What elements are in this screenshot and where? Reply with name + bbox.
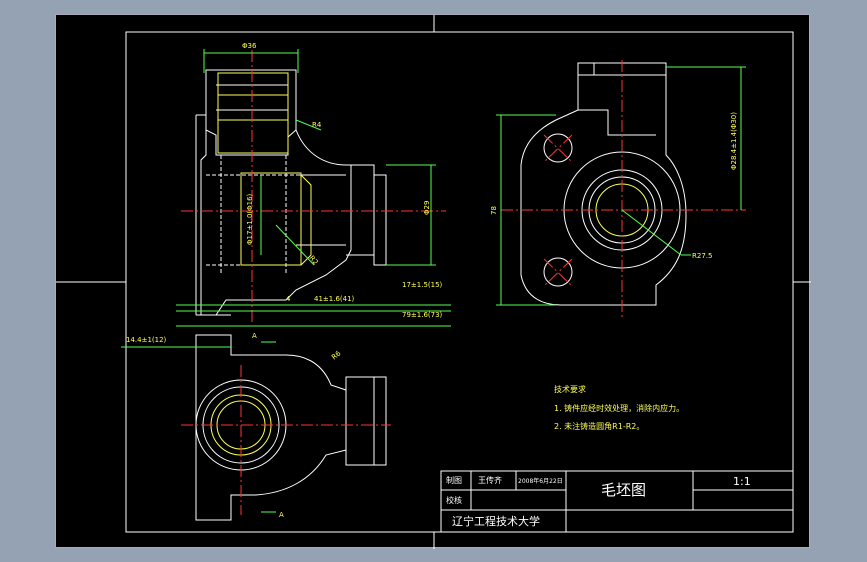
title-school: 辽宁工程技术大学	[452, 514, 540, 528]
cad-drawing: Φ36 R4 Φ29 Φ17±1.0(Φ16) R2 17±1.5(15) 41…	[56, 15, 811, 549]
section-a-top: A	[252, 332, 257, 340]
top-dimensions	[121, 341, 276, 513]
title-drawn-name: 王传齐	[478, 475, 502, 485]
dim-d17: Φ17±1.0(Φ16)	[246, 193, 254, 245]
drawing-border	[125, 31, 794, 533]
dim-14-tol: 14.4±1(12)	[126, 336, 167, 344]
drawing-canvas: Φ36 R4 Φ29 Φ17±1.0(Φ16) R2 17±1.5(15) 41…	[55, 14, 811, 549]
title-drawing-name: 毛坯图	[601, 481, 646, 499]
tech-req-title: 技术要求	[554, 384, 586, 394]
dim-r27: R27.5	[692, 252, 712, 260]
title-drawn-label: 制图	[446, 475, 462, 485]
dim-79-tol: 79±1.6(73)	[402, 311, 443, 319]
dim-4: 4	[286, 295, 291, 303]
dim-r2: R2	[307, 254, 319, 266]
dim-d28-right: Φ28.4±1.4(Φ30)	[730, 112, 738, 170]
top-centerlines	[181, 365, 391, 515]
side-dimensions	[496, 66, 746, 306]
dim-41-tol: 41±1.6(41)	[314, 295, 355, 303]
side-centerlines	[501, 60, 746, 320]
title-scale: 1:1	[733, 475, 751, 488]
front-view-detail	[217, 72, 312, 266]
dim-r4: R4	[312, 121, 322, 129]
dim-78: 78	[490, 206, 498, 215]
title-check-label: 校核	[446, 495, 462, 505]
title-date: 2008年6月22日	[518, 477, 563, 485]
side-view	[520, 62, 687, 306]
dim-d36: Φ36	[242, 42, 257, 50]
section-a-bottom: A	[279, 511, 284, 519]
tech-req-item-1: 1. 铸件应经时效处理，消除内应力。	[554, 403, 684, 413]
tech-req-item-2: 2. 未注铸造圆角R1-R2。	[554, 421, 644, 431]
dim-d29: Φ29	[423, 201, 431, 215]
front-view	[195, 69, 387, 316]
dim-r6: R6	[330, 349, 343, 361]
top-view	[195, 334, 387, 521]
dim-17-tol: 17±1.5(15)	[402, 281, 443, 289]
